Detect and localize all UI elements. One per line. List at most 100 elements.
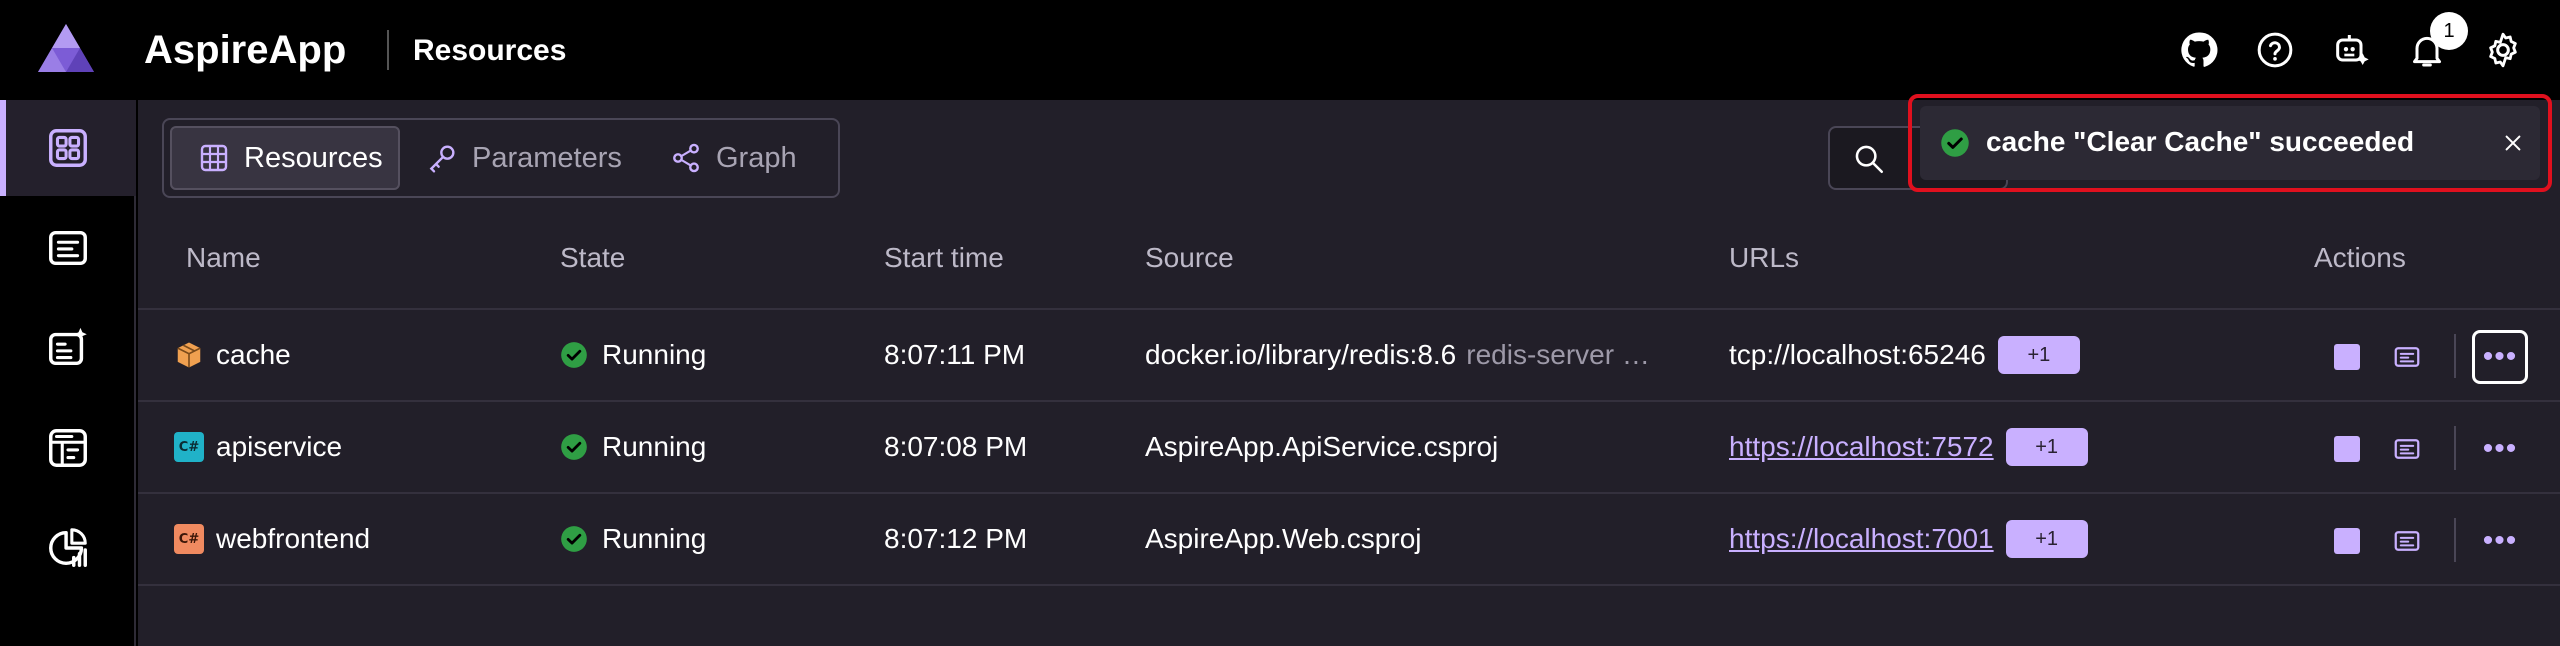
tab-resources[interactable]: Resources <box>170 126 400 190</box>
csharp-project-icon: C# <box>174 524 204 554</box>
column-header-state[interactable]: State <box>560 240 625 276</box>
check-circle-icon <box>1941 129 1969 157</box>
console-logs-icon <box>2394 347 2420 367</box>
table-row[interactable]: C# apiservice Running 8:07:08 PM AspireA… <box>138 402 2560 494</box>
resource-name: apiservice <box>216 431 343 462</box>
notification-count-badge: 1 <box>2430 12 2468 50</box>
page-title: Resources <box>413 34 567 67</box>
github-icon[interactable] <box>2176 27 2222 73</box>
source-cell: AspireApp.ApiService.csproj <box>1145 402 1498 492</box>
aspire-logo[interactable] <box>36 22 96 74</box>
left-nav-rail <box>0 100 136 646</box>
more-actions-button[interactable]: ••• <box>2472 330 2528 384</box>
state-text: Running <box>602 523 707 554</box>
source-cell: docker.io/library/redis:8.6 redis-server… <box>1145 310 1650 400</box>
source-text: AspireApp.Web.csproj <box>1145 523 1422 554</box>
endpoint-link[interactable]: https://localhost:7001 <box>1729 523 1994 555</box>
urls-cell: https://localhost:7572 +1 <box>1729 402 2088 492</box>
urls-cell: https://localhost:7001 +1 <box>1729 494 2088 584</box>
gear-icon[interactable] <box>2480 27 2526 73</box>
endpoint-text: tcp://localhost:65246 <box>1729 339 1986 370</box>
ellipsis-icon: ••• <box>2482 340 2518 373</box>
state-cell: Running <box>560 402 706 492</box>
ellipsis-icon: ••• <box>2482 524 2518 557</box>
more-urls-badge[interactable]: +1 <box>2005 520 2088 558</box>
csharp-project-icon: C# <box>174 432 204 462</box>
column-header-urls[interactable]: URLs <box>1729 240 1799 276</box>
column-header-actions: Actions <box>2314 242 2406 273</box>
actions-divider <box>2454 426 2456 470</box>
copilot-icon[interactable] <box>2328 27 2374 73</box>
stop-button[interactable] <box>2334 436 2360 462</box>
source-text: docker.io/library/redis:8.6 <box>1145 339 1457 370</box>
stop-button[interactable] <box>2334 528 2360 554</box>
source-args: redis-server … <box>1466 339 1650 370</box>
console-logs-button[interactable] <box>2388 430 2426 468</box>
column-header-start-time[interactable]: Start time <box>884 240 1004 276</box>
source-text: AspireApp.ApiService.csproj <box>1145 431 1499 462</box>
title-divider <box>387 30 389 70</box>
tab-graph[interactable]: Graph <box>670 126 797 190</box>
table-row[interactable]: cache Running 8:07:11 PM docker.io/libra… <box>138 310 2560 402</box>
resources-icon <box>49 129 87 167</box>
metrics-icon <box>49 528 87 567</box>
app-title[interactable]: AspireApp <box>144 24 346 76</box>
actions-divider <box>2454 518 2456 562</box>
ellipsis-icon: ••• <box>2482 432 2518 465</box>
more-actions-button[interactable]: ••• <box>2472 422 2528 476</box>
more-actions-button[interactable]: ••• <box>2472 514 2528 568</box>
grid-icon <box>200 144 228 172</box>
column-header-source[interactable]: Source <box>1145 240 1234 276</box>
resource-name-cell[interactable]: C# webfrontend <box>174 494 370 584</box>
source-cell: AspireApp.Web.csproj <box>1145 494 1422 584</box>
state-cell: Running <box>560 494 706 584</box>
toast-message: cache "Clear Cache" succeeded <box>1986 126 2415 157</box>
state-text: Running <box>602 339 707 370</box>
nav-resources[interactable] <box>0 100 136 196</box>
resource-name-cell[interactable]: cache <box>174 310 291 400</box>
start-time-cell: 8:07:11 PM <box>884 339 1026 370</box>
start-time-cell: 8:07:08 PM <box>884 431 1028 462</box>
tab-label: Graph <box>716 141 797 174</box>
console-logs-icon <box>2394 439 2420 459</box>
check-circle-icon <box>561 342 587 368</box>
actions-divider <box>2454 334 2456 378</box>
console-logs-icon <box>2394 531 2420 551</box>
search-icon <box>1855 145 1884 174</box>
resource-name: cache <box>216 339 291 370</box>
nav-metrics[interactable] <box>0 500 136 596</box>
tab-parameters[interactable]: Parameters <box>426 126 622 190</box>
view-tabs: Resources Parameters Graph <box>162 118 840 198</box>
table-row[interactable]: C# webfrontend Running 8:07:12 PM Aspire… <box>138 494 2560 586</box>
tab-label: Parameters <box>472 141 622 174</box>
key-icon <box>429 145 455 173</box>
toast-close-button[interactable] <box>2498 128 2528 158</box>
traces-icon <box>49 429 87 467</box>
check-circle-icon <box>561 434 587 460</box>
top-header: AspireApp Resources 1 <box>0 0 2560 100</box>
state-text: Running <box>602 431 707 462</box>
console-logs-button[interactable] <box>2388 522 2426 560</box>
more-urls-badge[interactable]: +1 <box>1997 336 2080 374</box>
nav-structured-logs[interactable] <box>0 300 136 396</box>
console-logs-button[interactable] <box>2388 338 2426 376</box>
close-icon <box>2505 135 2521 151</box>
resource-name-cell[interactable]: C# apiservice <box>174 402 342 492</box>
share-icon <box>673 143 699 173</box>
resource-name: webfrontend <box>216 523 371 554</box>
check-circle-icon <box>561 526 587 552</box>
endpoint-link[interactable]: https://localhost:7572 <box>1729 431 1994 463</box>
console-logs-icon <box>49 230 87 266</box>
column-header-name[interactable]: Name <box>186 240 261 276</box>
help-icon[interactable] <box>2252 27 2298 73</box>
container-icon <box>174 340 204 370</box>
nav-console-logs[interactable] <box>0 200 136 296</box>
urls-cell: tcp://localhost:65246 +1 <box>1729 310 2080 400</box>
start-time-cell: 8:07:12 PM <box>884 523 1028 554</box>
nav-traces[interactable] <box>0 400 136 496</box>
structured-logs-icon <box>49 327 87 366</box>
tab-label: Resources <box>244 141 383 174</box>
more-urls-badge[interactable]: +1 <box>2005 428 2088 466</box>
state-cell: Running <box>560 310 706 400</box>
stop-button[interactable] <box>2334 344 2360 370</box>
